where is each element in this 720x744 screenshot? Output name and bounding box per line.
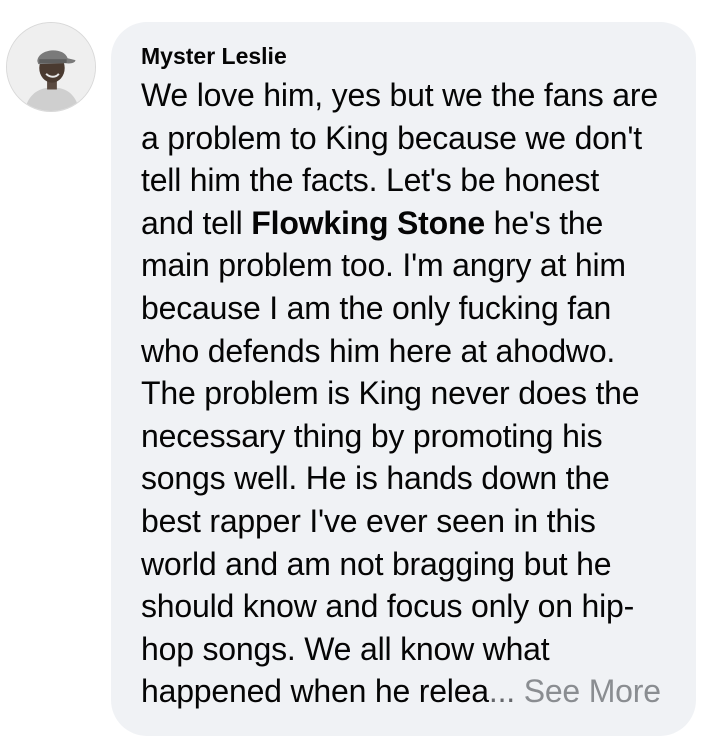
- comment-line-segment: he's the: [484, 204, 604, 241]
- comment-line: because I am the only fucking fan: [141, 289, 612, 326]
- comment-line: songs well. He is hands down the: [141, 460, 610, 497]
- comment-line: The problem is King never does the: [141, 375, 640, 412]
- user-avatar-icon: [7, 23, 95, 111]
- comment-bubble: Myster Leslie We love him, yes but we th…: [111, 22, 696, 736]
- comment-line: necessary thing by promoting his: [141, 417, 603, 454]
- comment-line-last: happened when he relea... See More: [141, 670, 674, 713]
- mention-link[interactable]: Flowking Stone: [251, 205, 485, 241]
- comment-line: main problem too. I'm angry at him: [141, 247, 626, 284]
- avatar[interactable]: [6, 22, 96, 112]
- comment-line: should know and focus only on hip-: [141, 588, 635, 625]
- comment-line: We love him, yes but we the fans are: [141, 77, 658, 113]
- comment-line: best rapper I've ever seen in this: [141, 502, 596, 539]
- comment-text: We love him, yes but we the fans are a p…: [141, 74, 674, 713]
- comment-line: who defends him here at ahodwo.: [141, 332, 616, 369]
- comment-line: world and am not bragging but he: [141, 545, 612, 582]
- truncation-ellipsis: ...: [488, 673, 515, 710]
- comment-line: tell him the facts. Let's be honest: [141, 162, 600, 199]
- comment-line: and tell Flowking Stone he's the: [141, 202, 674, 245]
- comment-line-segment: happened when he relea: [141, 673, 489, 710]
- comment-line-segment: and tell: [141, 204, 252, 241]
- comment-line: a problem to King because we don't: [141, 119, 642, 156]
- see-more-link[interactable]: See More: [524, 673, 661, 709]
- comment-author-name[interactable]: Myster Leslie: [141, 42, 674, 70]
- comment-line: hop songs. We all know what: [141, 630, 550, 667]
